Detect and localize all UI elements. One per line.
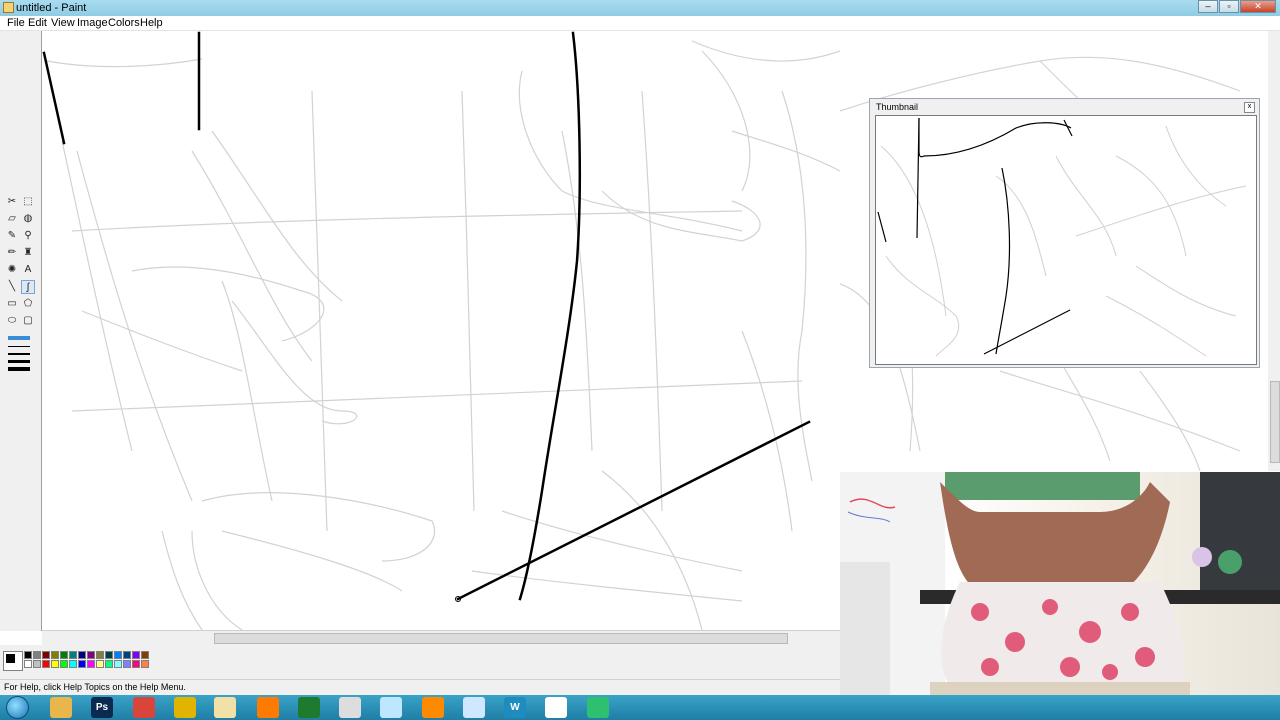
foreground-color: [6, 654, 15, 663]
palette-swatch[interactable]: [114, 660, 122, 668]
brush-size-3[interactable]: [8, 353, 30, 355]
wordpress-taskbar-icon[interactable]: W: [504, 697, 526, 718]
menu-edit[interactable]: Edit: [28, 17, 47, 29]
app-taskbar-icon-1[interactable]: [174, 697, 196, 718]
taskbar: Ps W: [0, 695, 1280, 720]
chrome-taskbar-icon[interactable]: [133, 697, 155, 718]
palette-swatch[interactable]: [105, 660, 113, 668]
palette-swatch[interactable]: [51, 660, 59, 668]
explorer-taskbar-icon[interactable]: [50, 697, 72, 718]
vertical-scroll-thumb[interactable]: [1270, 381, 1280, 463]
excel-taskbar-icon[interactable]: [298, 697, 320, 718]
palette-swatch[interactable]: [78, 651, 86, 659]
line-icon[interactable]: ╲: [5, 280, 19, 294]
app-taskbar-icon-5[interactable]: [587, 697, 609, 718]
maximize-button[interactable]: ▫: [1219, 0, 1239, 13]
app-taskbar-icon-4[interactable]: [545, 697, 567, 718]
palette-swatch[interactable]: [78, 660, 86, 668]
rounded-rectangle-icon[interactable]: ▢: [21, 314, 35, 328]
drawing-canvas[interactable]: [42, 31, 840, 630]
palette-swatch[interactable]: [114, 651, 122, 659]
thumbnail-title: Thumbnail: [876, 102, 919, 112]
palette-swatch[interactable]: [132, 651, 140, 659]
menu-bar: File Edit View Image Colors Help: [0, 16, 1280, 31]
palette-swatch[interactable]: [42, 660, 50, 668]
color-picker-icon[interactable]: ✎: [5, 229, 19, 243]
window-controls: – ▫ ✕: [1198, 0, 1276, 14]
thumbnail-close-button[interactable]: x: [1244, 102, 1255, 113]
brush-icon[interactable]: ♜: [21, 246, 35, 260]
palette-swatch[interactable]: [69, 660, 77, 668]
palette-swatch[interactable]: [123, 660, 131, 668]
rectangle-icon[interactable]: ▭: [5, 297, 19, 311]
menu-file[interactable]: File: [7, 17, 25, 29]
pencil-icon[interactable]: ✏: [5, 246, 19, 260]
menu-image[interactable]: Image: [77, 17, 108, 29]
blender-taskbar-icon[interactable]: [422, 697, 444, 718]
minimize-button[interactable]: –: [1198, 0, 1218, 13]
thumbnail-sketch: [877, 117, 1247, 357]
thumbnail-window: Thumbnail x: [869, 98, 1260, 368]
polygon-icon[interactable]: ⬠: [21, 297, 35, 311]
palette-swatch[interactable]: [132, 660, 140, 668]
menu-help[interactable]: Help: [140, 17, 163, 29]
color-box: [0, 645, 840, 679]
eraser-icon[interactable]: ▱: [5, 212, 19, 226]
paint-app-icon: [3, 2, 14, 13]
app-taskbar-icon-2[interactable]: [339, 697, 361, 718]
brush-size-2[interactable]: [8, 346, 30, 347]
palette-swatch[interactable]: [42, 651, 50, 659]
status-text: For Help, click Help Topics on the Help …: [4, 682, 186, 692]
brush-size-4[interactable]: [8, 360, 30, 363]
palette-swatch[interactable]: [24, 660, 32, 668]
notepad-taskbar-icon[interactable]: [380, 697, 402, 718]
magnifier-icon[interactable]: ⚲: [21, 229, 35, 243]
curve-icon[interactable]: ∫: [21, 280, 35, 294]
webcam-image: [840, 472, 1280, 695]
palette-swatch[interactable]: [87, 651, 95, 659]
menu-view[interactable]: View: [51, 17, 75, 29]
start-button[interactable]: [6, 696, 29, 719]
palette-swatch[interactable]: [33, 651, 41, 659]
palette-swatch[interactable]: [60, 660, 68, 668]
select-icon[interactable]: ⬚: [21, 195, 35, 209]
palette-swatch[interactable]: [24, 651, 32, 659]
palette-swatch[interactable]: [123, 651, 131, 659]
app-taskbar-icon-3[interactable]: [463, 697, 485, 718]
free-form-select-icon[interactable]: ✂: [5, 195, 19, 209]
palette-swatch[interactable]: [105, 651, 113, 659]
thumbnail-view: [875, 115, 1257, 365]
airbrush-icon[interactable]: ✺: [5, 263, 19, 277]
palette-swatch[interactable]: [96, 660, 104, 668]
brush-size-5[interactable]: [8, 367, 30, 371]
photoshop-taskbar-icon[interactable]: Ps: [91, 697, 113, 718]
palette-swatch[interactable]: [60, 651, 68, 659]
title-bar: untitled - Paint – ▫ ✕: [0, 0, 1280, 16]
palette-swatch[interactable]: [51, 651, 59, 659]
ellipse-icon[interactable]: ⬭: [5, 314, 19, 328]
fill-icon[interactable]: ◍: [21, 212, 35, 226]
palette-swatch[interactable]: [96, 651, 104, 659]
media-taskbar-icon[interactable]: [257, 697, 279, 718]
palette-swatch[interactable]: [69, 651, 77, 659]
vertical-scrollbar[interactable]: [1268, 31, 1280, 471]
webcam-overlay: [840, 472, 1280, 695]
text-icon[interactable]: A: [21, 263, 35, 277]
status-bar: For Help, click Help Topics on the Help …: [0, 679, 840, 695]
horizontal-scroll-thumb[interactable]: [214, 633, 788, 644]
horizontal-scrollbar[interactable]: [42, 630, 840, 645]
paint-taskbar-icon[interactable]: [214, 697, 236, 718]
color-palette: [24, 651, 149, 668]
palette-swatch[interactable]: [33, 660, 41, 668]
sketch-drawing: [42, 31, 840, 630]
brush-size-1[interactable]: [8, 336, 30, 340]
palette-swatch[interactable]: [141, 660, 149, 668]
window-title: untitled - Paint: [16, 2, 87, 14]
menu-colors[interactable]: Colors: [108, 17, 140, 29]
toolbox: ✂ ⬚ ▱ ◍ ✎ ⚲ ✏ ♜ ✺ A ╲ ∫ ▭ ⬠ ⬭ ▢: [0, 31, 42, 631]
palette-swatch[interactable]: [87, 660, 95, 668]
close-button[interactable]: ✕: [1240, 0, 1276, 13]
current-colors[interactable]: [3, 651, 23, 671]
palette-swatch[interactable]: [141, 651, 149, 659]
